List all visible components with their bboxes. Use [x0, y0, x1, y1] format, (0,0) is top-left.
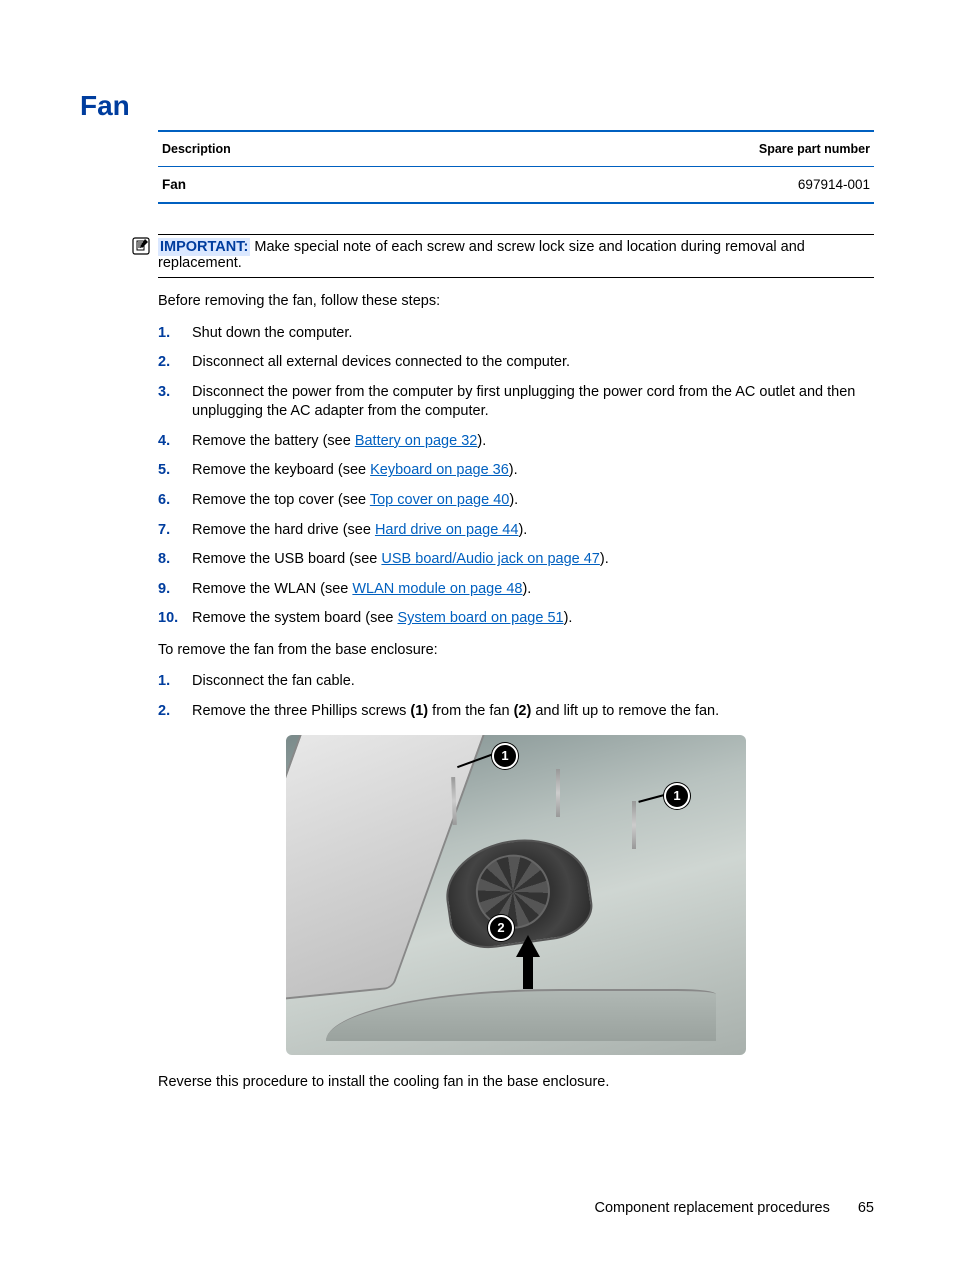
list-item: 7.Remove the hard drive (see Hard drive … [158, 521, 874, 541]
step-text: Disconnect the fan cable. [192, 672, 355, 692]
cell-description: Fan [158, 167, 439, 204]
step-number: 10. [158, 609, 192, 629]
list-item: 1.Disconnect the fan cable. [158, 672, 874, 692]
removal-steps-list: 1.Disconnect the fan cable.2.Remove the … [158, 672, 874, 721]
intro2-text: To remove the fan from the base enclosur… [158, 641, 874, 661]
list-item: 6.Remove the top cover (see Top cover on… [158, 491, 874, 511]
footer-page-number: 65 [858, 1200, 874, 1216]
step-number: 8. [158, 550, 192, 570]
cross-reference-link[interactable]: Hard drive on page 44 [375, 522, 519, 538]
cross-reference-link[interactable]: Top cover on page 40 [370, 492, 509, 508]
step-text: Remove the top cover (see Top cover on p… [192, 491, 518, 511]
step-number: 1. [158, 324, 192, 344]
step-text: Disconnect all external devices connecte… [192, 353, 570, 373]
step-number: 6. [158, 491, 192, 511]
list-item: 2.Remove the three Phillips screws (1) f… [158, 702, 874, 722]
important-label: IMPORTANT: [158, 238, 250, 256]
note-icon [132, 237, 150, 255]
list-item: 3.Disconnect the power from the computer… [158, 383, 874, 422]
callout-1: 1 [492, 743, 518, 769]
step-number: 2. [158, 702, 192, 722]
important-note: IMPORTANT: Make special note of each scr… [158, 234, 874, 278]
cross-reference-link[interactable]: Battery on page 32 [355, 433, 478, 449]
table-row: Fan 697914-001 [158, 167, 874, 204]
page-footer: Component replacement procedures 65 [594, 1200, 874, 1216]
section-heading: Fan [80, 90, 874, 122]
list-item: 2.Disconnect all external devices connec… [158, 353, 874, 373]
cell-spare-part: 697914-001 [439, 167, 874, 204]
list-item: 5.Remove the keyboard (see Keyboard on p… [158, 461, 874, 481]
step-text: Remove the three Phillips screws (1) fro… [192, 702, 719, 722]
footer-chapter: Component replacement procedures [594, 1200, 829, 1216]
step-number: 2. [158, 353, 192, 373]
closing-text: Reverse this procedure to install the co… [158, 1073, 874, 1093]
cross-reference-link[interactable]: USB board/Audio jack on page 47 [381, 551, 599, 567]
step-text: Remove the system board (see System boar… [192, 609, 572, 629]
step-text: Shut down the computer. [192, 324, 352, 344]
cross-reference-link[interactable]: WLAN module on page 48 [352, 581, 522, 597]
step-number: 1. [158, 672, 192, 692]
step-text: Disconnect the power from the computer b… [192, 383, 874, 422]
step-number: 5. [158, 461, 192, 481]
list-item: 4.Remove the battery (see Battery on pag… [158, 432, 874, 452]
step-text: Remove the keyboard (see Keyboard on pag… [192, 461, 518, 481]
intro-text: Before removing the fan, follow these st… [158, 292, 874, 312]
step-number: 9. [158, 580, 192, 600]
callout-1: 1 [664, 783, 690, 809]
list-item: 8.Remove the USB board (see USB board/Au… [158, 550, 874, 570]
step-number: 4. [158, 432, 192, 452]
step-number: 7. [158, 521, 192, 541]
step-text: Remove the hard drive (see Hard drive on… [192, 521, 527, 541]
step-text: Remove the battery (see Battery on page … [192, 432, 486, 452]
cross-reference-link[interactable]: System board on page 51 [398, 610, 564, 626]
list-item: 10.Remove the system board (see System b… [158, 609, 874, 629]
step-text: Remove the USB board (see USB board/Audi… [192, 550, 609, 570]
col-description: Description [158, 131, 439, 167]
step-number: 3. [158, 383, 192, 422]
list-item: 1.Shut down the computer. [158, 324, 874, 344]
important-text: Make special note of each screw and scre… [158, 239, 805, 271]
fan-removal-figure: 1 1 2 [286, 735, 746, 1055]
prep-steps-list: 1.Shut down the computer.2.Disconnect al… [158, 324, 874, 629]
col-spare-part: Spare part number [439, 131, 874, 167]
cross-reference-link[interactable]: Keyboard on page 36 [370, 462, 509, 478]
step-text: Remove the WLAN (see WLAN module on page… [192, 580, 531, 600]
list-item: 9.Remove the WLAN (see WLAN module on pa… [158, 580, 874, 600]
parts-table: Description Spare part number Fan 697914… [158, 130, 874, 204]
